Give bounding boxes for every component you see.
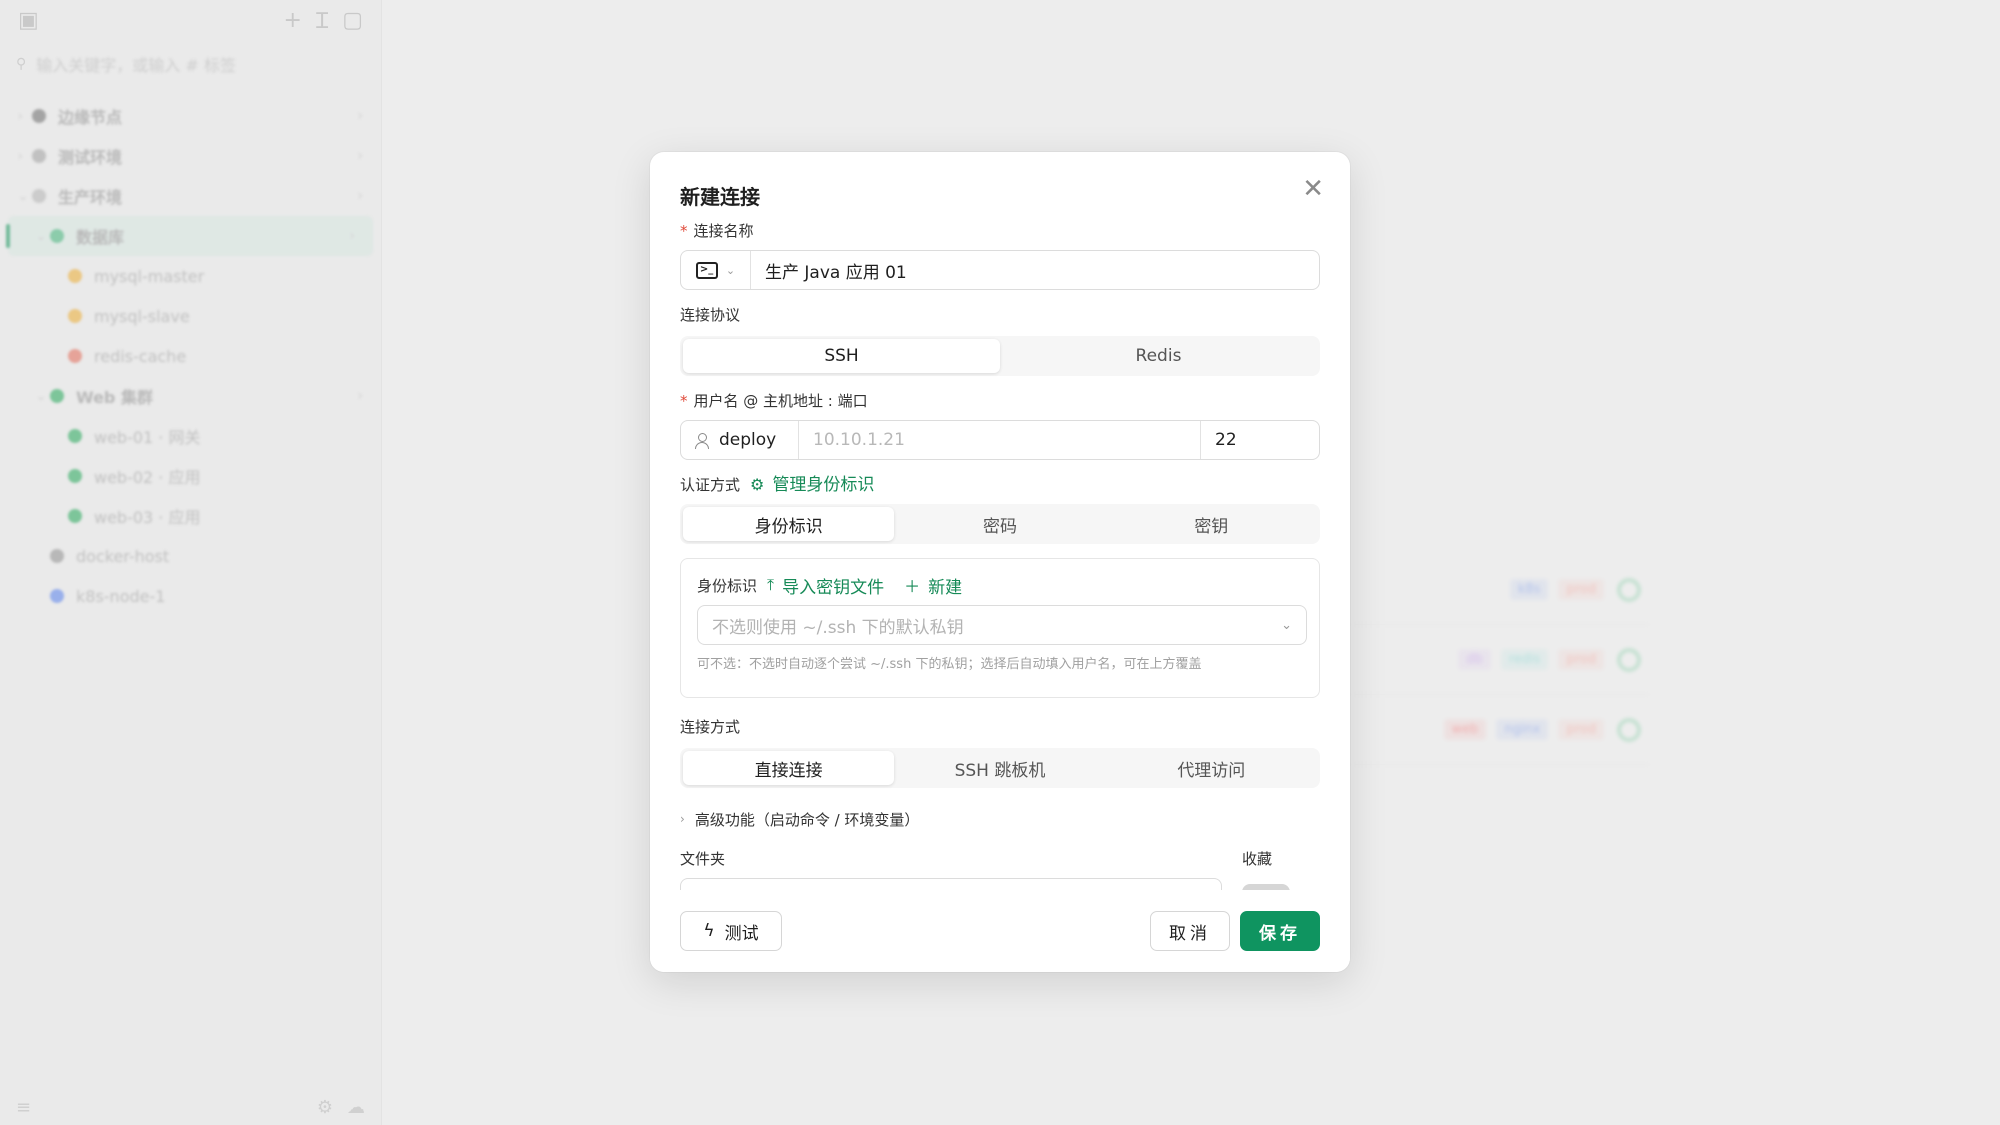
conn-mode-direct[interactable]: 直接连接 (683, 751, 895, 785)
auth-label: 认证方式 (680, 476, 741, 494)
conn-mode-label: 连接方式 (680, 718, 741, 736)
host-input[interactable]: 10.10.1.21 (799, 421, 1201, 459)
name-label: 连接名称 (693, 222, 754, 240)
protocol-selector: SSH Redis (680, 336, 1320, 376)
chevron-down-icon: ⌄ (1281, 617, 1292, 633)
dialog-footer: ϟ 测试 取消 保存 (650, 890, 1350, 972)
name-field: >_ ⌄ 生产 Java 应用 01 (680, 250, 1320, 290)
protocol-label: 连接协议 (680, 306, 741, 324)
connection-type-picker[interactable]: >_ ⌄ (681, 251, 751, 289)
conn-mode-selector: 直接连接 SSH 跳板机 代理访问 (680, 748, 1320, 788)
terminal-icon: >_ (695, 261, 718, 279)
host-field-group: deploy 10.10.1.21 22 (680, 420, 1320, 460)
chevron-down-icon: ⌄ (725, 263, 736, 277)
name-input[interactable]: 生产 Java 应用 01 (751, 258, 907, 283)
name-label-row: * 连接名称 (680, 220, 1320, 242)
identity-panel: 身份标识 ⤒ 导入密钥文件 ＋ 新建 不选则使用 ~/.ssh 下的默认私钥 ⌄… (680, 558, 1320, 698)
auth-identity[interactable]: 身份标识 (683, 507, 895, 541)
manage-identity-text: 管理身份标识 (772, 475, 875, 495)
auth-password[interactable]: 密码 (894, 507, 1105, 541)
host-label: 用户名 @ 主机地址 : 端口 (693, 392, 868, 410)
test-label: 测试 (724, 923, 759, 944)
test-button[interactable]: ϟ 测试 (680, 911, 782, 951)
lightning-icon: ϟ (703, 921, 715, 941)
upload-icon: ⤒ (767, 575, 775, 594)
identity-label: 身份标识 (697, 576, 758, 595)
port-input[interactable]: 22 (1201, 421, 1319, 459)
chevron-right-icon: › (680, 812, 685, 826)
auth-label-row: 认证方式 ⚙ 管理身份标识 (680, 474, 1320, 496)
new-identity-text: 新建 (928, 577, 963, 598)
username-input[interactable]: deploy (681, 421, 799, 459)
identity-hint: 可不选：不选时自动逐个尝试 ~/.ssh 下的私钥；选择后自动填入用户名，可在上… (697, 657, 1202, 672)
favorite-label: 收藏 (1242, 850, 1273, 868)
identity-select[interactable]: 不选则使用 ~/.ssh 下的默认私钥 ⌄ (697, 605, 1307, 645)
import-key-text: 导入密钥文件 (782, 577, 885, 598)
identity-header: 身份标识 ⤒ 导入密钥文件 ＋ 新建 (697, 573, 1307, 598)
dialog-title: 新建连接 (680, 185, 760, 209)
advanced-toggle[interactable]: › 高级功能（启动命令 / 环境变量） (680, 808, 1320, 830)
required-mark: * (680, 392, 688, 410)
auth-selector: 身份标识 密码 密钥 (680, 504, 1320, 544)
required-mark: * (680, 222, 688, 240)
username-value: deploy (719, 430, 777, 450)
close-icon[interactable]: ✕ (1302, 176, 1324, 202)
import-key-link[interactable]: ⤒ 导入密钥文件 (767, 573, 884, 598)
save-button[interactable]: 保存 (1240, 911, 1320, 951)
folder-label: 文件夹 (680, 850, 726, 868)
conn-mode-jump[interactable]: SSH 跳板机 (894, 751, 1105, 785)
advanced-label: 高级功能（启动命令 / 环境变量） (694, 810, 920, 829)
gear-icon: ⚙ (750, 475, 765, 494)
manage-identity-link[interactable]: ⚙ 管理身份标识 (750, 474, 874, 496)
new-connection-dialog: 新建连接 ✕ * 连接名称 >_ ⌄ 生产 Java 应用 01 连接协议 SS… (650, 152, 1350, 972)
identity-select-placeholder: 不选则使用 ~/.ssh 下的默认私钥 (712, 617, 964, 638)
folder-favorite-row: 文件夹 收藏 (680, 848, 1320, 892)
protocol-ssh[interactable]: SSH (683, 339, 1000, 373)
protocol-redis[interactable]: Redis (1000, 339, 1317, 373)
user-icon (695, 433, 709, 449)
new-identity-link[interactable]: ＋ 新建 (904, 573, 962, 598)
host-label-row: * 用户名 @ 主机地址 : 端口 (680, 390, 1320, 412)
cancel-button[interactable]: 取消 (1150, 911, 1230, 951)
auth-key[interactable]: 密钥 (1106, 507, 1317, 541)
conn-mode-proxy[interactable]: 代理访问 (1106, 751, 1317, 785)
plus-icon: ＋ (904, 577, 921, 596)
